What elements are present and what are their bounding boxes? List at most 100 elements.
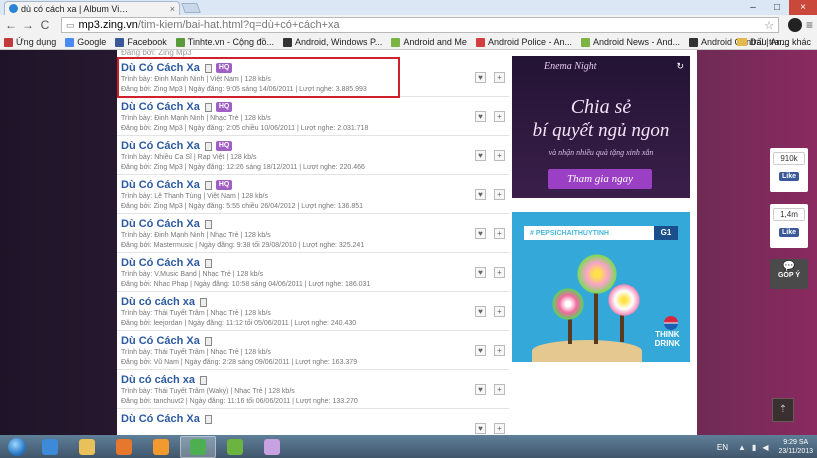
add-to-album-button[interactable]: ♥	[475, 111, 486, 122]
add-to-playlist-button[interactable]: +	[494, 150, 505, 161]
back-button[interactable]: ←	[4, 18, 18, 32]
bookmark-item[interactable]: Tinhte.vn - Cộng đồ...	[175, 37, 274, 47]
close-window-button[interactable]: ×	[789, 0, 817, 15]
bookmark-label: Facebook	[127, 37, 167, 47]
ad-slogan-line-1: THINK	[655, 330, 680, 339]
bookmark-item[interactable]: Facebook	[115, 37, 167, 47]
tab-close-icon[interactable]: ×	[170, 4, 175, 14]
song-title-link[interactable]: Dù Có Cách Xa	[121, 140, 200, 152]
song-upload-line: Đăng bởi: Zing Mp3 | Ngày đăng: 12:26 sá…	[121, 164, 365, 171]
ad-badge: G1	[654, 226, 678, 240]
taskbar-app-chrome[interactable]	[180, 435, 216, 458]
other-bookmarks-label: Dấu trang khác	[749, 37, 811, 47]
lyrics-document-icon[interactable]	[204, 180, 212, 190]
song-row: Dù có cách xa Trình bày: Thái Tuyết Trâm …	[117, 292, 509, 331]
lyrics-document-icon[interactable]	[199, 297, 207, 307]
song-title-link[interactable]: Dù Có Cách Xa	[121, 257, 200, 269]
lyrics-document-icon[interactable]	[204, 219, 212, 229]
add-to-album-button[interactable]: ♥	[475, 189, 486, 200]
song-artist-line: Trình bày: Đinh Mạnh Ninh | Nhạc Trẻ | 1…	[121, 115, 271, 122]
bookmark-item[interactable]: Google	[65, 37, 106, 47]
add-to-playlist-button[interactable]: +	[494, 345, 505, 356]
song-title-link[interactable]: Dù Có Cách Xa	[121, 413, 200, 425]
song-title-link[interactable]: Dù Có Cách Xa	[121, 101, 200, 113]
ad-banner-pepsi[interactable]: # PEPSICHAITHUYTINH G1 THINK DRINK	[512, 212, 690, 362]
ad-subline: và nhận nhiều quà tặng xinh xắn	[548, 148, 654, 157]
facebook-like-button-2[interactable]: Like	[778, 228, 799, 237]
page-icon: ▭	[66, 19, 75, 30]
file-explorer-icon	[79, 438, 95, 455]
add-to-playlist-button[interactable]: +	[494, 306, 505, 317]
scroll-to-top-button[interactable]: ⇡	[772, 398, 794, 422]
add-to-playlist-button[interactable]: +	[494, 267, 505, 278]
taskbar-app-paint[interactable]	[254, 436, 290, 458]
bookmark-star-icon[interactable]: ☆	[764, 19, 774, 32]
bookmark-item[interactable]: Android News - And...	[580, 37, 680, 47]
lyrics-document-icon[interactable]	[204, 102, 212, 112]
bookmark-item[interactable]: Android, Windows P...	[283, 37, 382, 47]
bookmark-label: Google	[77, 37, 107, 47]
add-to-album-button[interactable]: ♥	[475, 423, 486, 434]
chrome-menu-icon[interactable]: ≡	[806, 18, 813, 32]
minimize-button[interactable]: –	[741, 0, 765, 15]
lyrics-document-icon[interactable]	[204, 141, 212, 151]
bookmark-item[interactable]: Android and Me	[391, 37, 467, 47]
extension-icon[interactable]	[787, 18, 802, 32]
lyrics-document-icon[interactable]	[204, 336, 212, 346]
taskbar-app-media-player[interactable]	[143, 436, 179, 458]
language-indicator[interactable]: EN	[717, 443, 728, 452]
song-title-link[interactable]: Dù có cách xa	[121, 296, 195, 308]
firefox-icon	[116, 438, 132, 455]
add-to-playlist-button[interactable]: +	[494, 228, 505, 239]
reload-button[interactable]: C	[38, 18, 52, 32]
song-title-link[interactable]: Dù Có Cách Xa	[121, 218, 200, 230]
forward-button[interactable]: →	[21, 18, 35, 32]
bookmark-item[interactable]: Android Police - An...	[475, 37, 572, 47]
feedback-button[interactable]: 💬 GÓP Ý	[770, 259, 808, 289]
taskbar-app-internet-explorer[interactable]	[32, 436, 68, 458]
song-title-link[interactable]: Dù Có Cách Xa	[121, 335, 200, 347]
add-to-album-button[interactable]: ♥	[475, 384, 486, 395]
facebook-like-widget-2[interactable]: 1,4m Like	[770, 204, 808, 248]
tray-arrow-icon[interactable]: ▲	[738, 443, 746, 452]
song-title-link[interactable]: Dù Có Cách Xa	[121, 179, 200, 191]
maximize-button[interactable]: □	[765, 0, 789, 15]
facebook-like-widget[interactable]: 910k Like	[770, 148, 808, 192]
bookmark-item[interactable]: Ứng dụng	[4, 37, 56, 47]
windows-taskbar: EN ▲ ▮ ◀ 9:29 SA 23/11/2013	[0, 435, 817, 458]
address-bar[interactable]: ▭ mp3.zing.vn /tim-kiem/bai-hat.html?q=d…	[61, 17, 779, 33]
volume-tray-icon[interactable]: ◀	[762, 443, 768, 452]
lyrics-document-icon[interactable]	[199, 375, 207, 385]
song-artist-line: Trình bày: Đinh Mạnh Ninh | Nhạc Trẻ | 1…	[121, 232, 271, 239]
new-tab-button[interactable]	[181, 3, 201, 13]
add-to-album-button[interactable]: ♥	[475, 306, 486, 317]
add-to-playlist-button[interactable]: +	[494, 423, 505, 434]
add-to-playlist-button[interactable]: +	[494, 72, 505, 83]
firework-palm-icon	[548, 288, 588, 320]
browser-tab[interactable]: dù có cách xa | Album Vi… ×	[4, 1, 180, 15]
taskbar-app-file-explorer[interactable]	[69, 436, 105, 458]
other-bookmarks[interactable]: Dấu trang khác	[736, 37, 811, 47]
lyrics-document-icon[interactable]	[204, 414, 212, 424]
song-title-link[interactable]: Dù có cách xa	[121, 374, 195, 386]
song-row: Dù Có Cách Xa HQ Trình bày: Lê Thanh Tùng …	[117, 175, 509, 214]
lyrics-document-icon[interactable]	[204, 258, 212, 268]
add-to-playlist-button[interactable]: +	[494, 384, 505, 395]
ad-refresh-icon[interactable]: ↻	[676, 61, 684, 72]
network-tray-icon[interactable]: ▮	[752, 443, 756, 452]
facebook-like-button[interactable]: Like	[778, 172, 799, 181]
bookmarks-bar: Dấu trang khác Ứng dụng Google Facebook Tin…	[0, 35, 817, 50]
add-to-album-button[interactable]: ♥	[475, 228, 486, 239]
add-to-album-button[interactable]: ♥	[475, 345, 486, 356]
clock[interactable]: 9:29 SA 23/11/2013	[778, 438, 813, 456]
taskbar-app-network[interactable]	[217, 436, 253, 458]
add-to-album-button[interactable]: ♥	[475, 267, 486, 278]
ad-banner-sleep[interactable]: Enema Night ↻ Chia sẻ bí quyết ngủ ngon …	[512, 56, 690, 198]
add-to-album-button[interactable]: ♥	[475, 150, 486, 161]
taskbar-app-firefox[interactable]	[106, 436, 142, 458]
add-to-playlist-button[interactable]: +	[494, 189, 505, 200]
add-to-album-button[interactable]: ♥	[475, 72, 486, 83]
start-button[interactable]	[2, 436, 32, 458]
add-to-playlist-button[interactable]: +	[494, 111, 505, 122]
ad-join-button[interactable]: Tham gia ngay	[548, 169, 652, 189]
